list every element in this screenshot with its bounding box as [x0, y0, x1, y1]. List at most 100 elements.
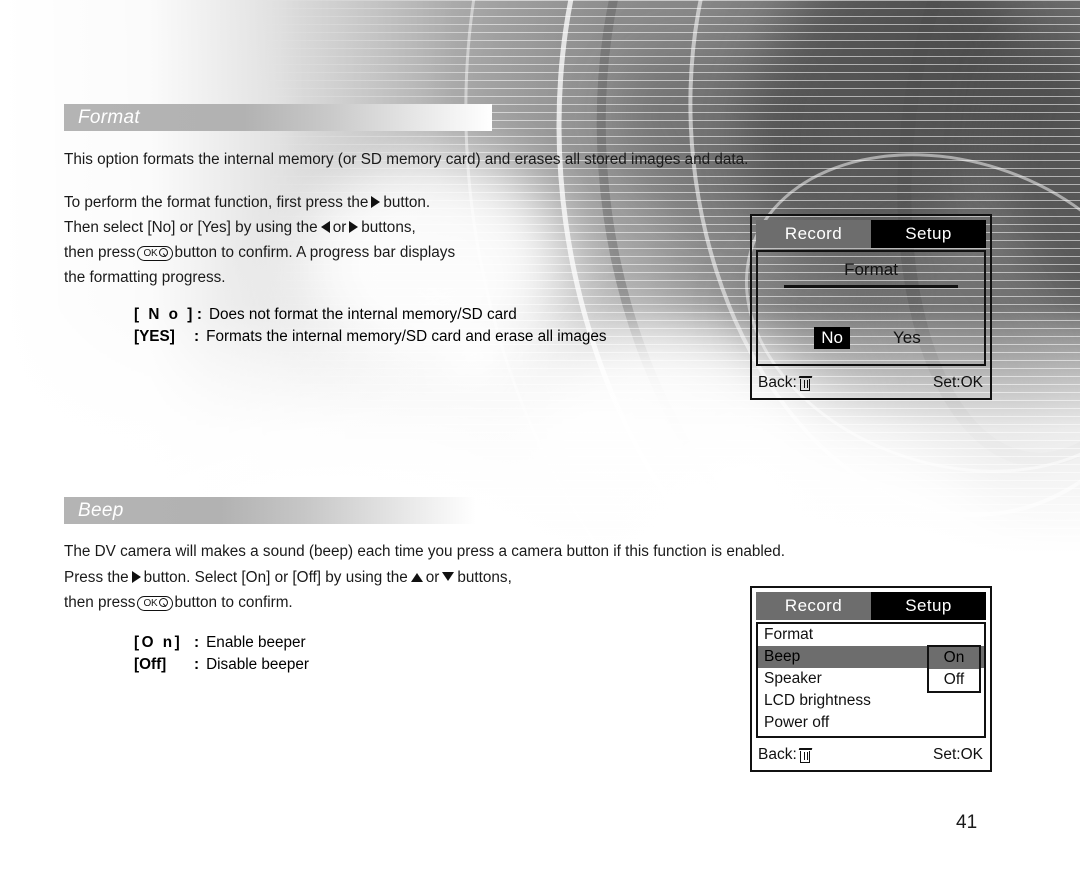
- lcd-beep-tab-setup-label: Setup: [905, 596, 952, 615]
- section-heading-beep: Beep: [64, 497, 476, 524]
- lcd-format-tabbar: Record Setup: [756, 220, 986, 248]
- lcd-format-footer-set: Set:OK: [933, 374, 983, 391]
- arrow-right-icon: [131, 571, 141, 583]
- trash-icon-can: [800, 378, 811, 391]
- lcd-beep-menu-item-format[interactable]: Format: [758, 624, 984, 646]
- lcd-beep-footer: Back: Set:OK: [756, 742, 986, 768]
- lcd-format-tab-record-label: Record: [784, 224, 843, 243]
- format-option-desc-yes: Formats the internal memory/SD card and …: [206, 328, 607, 345]
- format-intro-line: This option formats the internal memory …: [64, 151, 749, 168]
- lcd-format-choice-no[interactable]: No: [814, 327, 850, 349]
- format-step-line-2: Then select [No] or [Yes] by using the or…: [64, 215, 455, 240]
- format-option-list: [ N o ] : Does not format the internal m…: [134, 304, 607, 348]
- lcd-beep-tab-record-label: Record: [784, 596, 843, 615]
- ok-button-dial: [158, 248, 168, 257]
- format-step2-b: or: [332, 219, 347, 236]
- format-step4: the formatting progress.: [64, 269, 226, 286]
- lcd-beep-footer-set: Set:OK: [933, 746, 983, 763]
- beep-step2-b: button to confirm.: [174, 594, 293, 611]
- beep-step1-d: buttons,: [457, 569, 512, 586]
- beep-step1-c: or: [425, 569, 440, 586]
- page-content: Format This option formats the internal …: [0, 0, 1080, 894]
- arrow-right-icon: [371, 196, 381, 208]
- format-option-desc-no: Does not format the internal memory/SD c…: [208, 306, 517, 323]
- lcd-format-choice-yes[interactable]: Yes: [886, 327, 928, 349]
- format-step-line-4: the formatting progress.: [64, 265, 455, 290]
- format-steps-text: To perform the format function, first pr…: [64, 190, 455, 290]
- lcd-beep-footer-back: Back:: [756, 746, 813, 764]
- beep-intro-line: The DV camera will makes a sound (beep) …: [64, 543, 786, 560]
- ok-button-icon: OK: [137, 596, 173, 611]
- lcd-beep-submenu-item-on[interactable]: On: [929, 647, 979, 669]
- arrow-right-icon: [349, 221, 359, 233]
- section-heading-format-label: Format: [78, 106, 140, 128]
- lcd-beep-menu-item-power-off[interactable]: Power off: [758, 712, 984, 734]
- trash-icon-can: [800, 750, 811, 763]
- beep-step-line-2: then press OK button to confirm.: [64, 590, 512, 615]
- lcd-beep-menu-item-lcd-brightness[interactable]: LCD brightness: [758, 690, 984, 712]
- lcd-format-footer-back: Back:: [756, 374, 813, 392]
- lcd-format-title: Format: [844, 260, 898, 279]
- format-step1-a: To perform the format function, first pr…: [64, 194, 369, 211]
- beep-step2-a: then press: [64, 594, 136, 611]
- beep-option-desc-off: Disable beeper: [206, 656, 310, 673]
- section-heading-format: Format: [64, 104, 492, 131]
- ok-button-dial: [158, 598, 168, 607]
- lcd-format-footer-back-label: Back:: [758, 374, 797, 391]
- ok-button-icon: OK: [137, 246, 173, 261]
- trash-icon-lid: [798, 747, 813, 750]
- lcd-beep-submenu: On Off: [927, 645, 981, 693]
- format-option-row-yes: [YES] : Formats the internal memory/SD c…: [134, 326, 607, 348]
- beep-option-list: [O n] : Enable beeper [Off] : Disable be…: [134, 632, 309, 676]
- beep-option-row-off: [Off] : Disable beeper: [134, 654, 309, 676]
- format-step-line-3: then press OK button to confirm. A progres…: [64, 240, 455, 265]
- format-intro-text: This option formats the internal memory …: [64, 147, 748, 172]
- lcd-format-tab-record[interactable]: Record: [756, 220, 871, 248]
- lcd-beep-body: Format Beep Speaker LCD brightness Power…: [756, 622, 986, 738]
- lcd-screen-beep: Record Setup Format Beep Speaker LCD bri…: [750, 586, 992, 772]
- format-step2-c: buttons,: [361, 219, 416, 236]
- lcd-screen-format: Record Setup Format No Yes Back: Set:OK: [750, 214, 992, 400]
- lcd-beep-footer-back-label: Back:: [758, 746, 797, 763]
- format-option-colon-no: :: [196, 306, 202, 323]
- format-option-key-yes: [YES]: [134, 328, 175, 345]
- beep-option-colon-off: :: [194, 656, 200, 673]
- format-step1-b: button.: [383, 194, 431, 211]
- page-number: 41: [956, 812, 978, 833]
- beep-option-key-on: [O n]: [134, 634, 183, 651]
- lcd-format-body: Format No Yes: [756, 250, 986, 366]
- trash-icon: [798, 375, 813, 391]
- format-option-row-no: [ N o ] : Does not format the internal m…: [134, 304, 607, 326]
- beep-option-desc-on: Enable beeper: [206, 634, 306, 651]
- arrow-down-icon: [442, 572, 455, 581]
- beep-step-line-1: Press the button. Select [On] or [Off] by…: [64, 565, 512, 590]
- lcd-beep-tab-record[interactable]: Record: [756, 592, 871, 620]
- format-step3-a: then press: [64, 244, 136, 261]
- format-step-line-1: To perform the format function, first pr…: [64, 190, 455, 215]
- lcd-format-divider: [784, 285, 958, 288]
- beep-step1-a: Press the: [64, 569, 129, 586]
- beep-intro-text: The DV camera will makes a sound (beep) …: [64, 539, 785, 564]
- beep-step1-b: button. Select [On] or [Off] by using th…: [143, 569, 408, 586]
- beep-option-row-on: [O n] : Enable beeper: [134, 632, 309, 654]
- lcd-format-tab-setup[interactable]: Setup: [871, 220, 986, 248]
- lcd-format-footer: Back: Set:OK: [756, 370, 986, 396]
- lcd-beep-tabbar: Record Setup: [756, 592, 986, 620]
- lcd-beep-tab-setup[interactable]: Setup: [871, 592, 986, 620]
- section-heading-beep-bar: [64, 497, 476, 524]
- section-heading-beep-label: Beep: [78, 499, 124, 521]
- format-step2-a: Then select [No] or [Yes] by using the: [64, 219, 318, 236]
- format-option-key-no: [ N o ]: [134, 306, 195, 323]
- lcd-format-choices: No Yes: [758, 327, 984, 349]
- beep-option-key-off: [Off]: [134, 656, 167, 673]
- trash-icon-lid: [798, 375, 813, 378]
- trash-icon: [798, 747, 813, 763]
- arrow-left-icon: [320, 221, 330, 233]
- arrow-up-icon: [410, 573, 423, 582]
- lcd-format-tab-setup-label: Setup: [905, 224, 952, 243]
- lcd-beep-submenu-item-off[interactable]: Off: [929, 669, 979, 691]
- format-step3-b: button to confirm. A progress bar displa…: [174, 244, 456, 261]
- format-option-colon-yes: :: [194, 328, 200, 345]
- beep-steps-text: Press the button. Select [On] or [Off] by…: [64, 565, 512, 615]
- beep-option-colon-on: :: [194, 634, 200, 651]
